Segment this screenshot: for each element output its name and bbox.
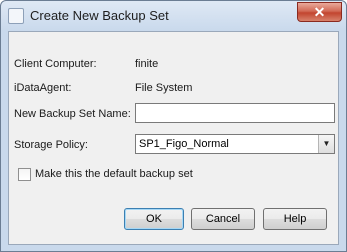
cancel-button[interactable]: Cancel — [191, 208, 255, 230]
storage-policy-value: SP1_Figo_Normal — [139, 138, 229, 150]
dialog-body: Client Computer: finite iDataAgent: File… — [8, 31, 339, 245]
close-button[interactable]: ✕ — [297, 2, 342, 22]
storage-policy-select[interactable]: SP1_Figo_Normal ▼ — [135, 134, 335, 154]
window-icon — [8, 8, 24, 24]
title-bar[interactable]: Create New Backup Set ✕ — [1, 1, 346, 31]
dialog-title: Create New Backup Set — [30, 8, 169, 23]
idataagent-label: iDataAgent: — [14, 82, 72, 94]
default-backup-set-label[interactable]: Make this the default backup set — [35, 168, 193, 180]
chevron-down-icon[interactable]: ▼ — [318, 135, 334, 153]
ok-button[interactable]: OK — [124, 208, 184, 230]
client-computer-value: finite — [135, 58, 159, 70]
default-backup-set-checkbox[interactable] — [18, 168, 31, 181]
help-button[interactable]: Help — [263, 208, 327, 230]
storage-policy-label: Storage Policy: — [14, 139, 88, 151]
backup-set-name-label: New Backup Set Name: — [14, 108, 131, 120]
backup-set-name-input[interactable] — [135, 103, 335, 123]
idataagent-value: File System — [135, 82, 193, 94]
dialog-window: Create New Backup Set ✕ Client Computer:… — [0, 0, 347, 252]
client-computer-label: Client Computer: — [14, 58, 97, 70]
close-icon: ✕ — [313, 4, 326, 20]
